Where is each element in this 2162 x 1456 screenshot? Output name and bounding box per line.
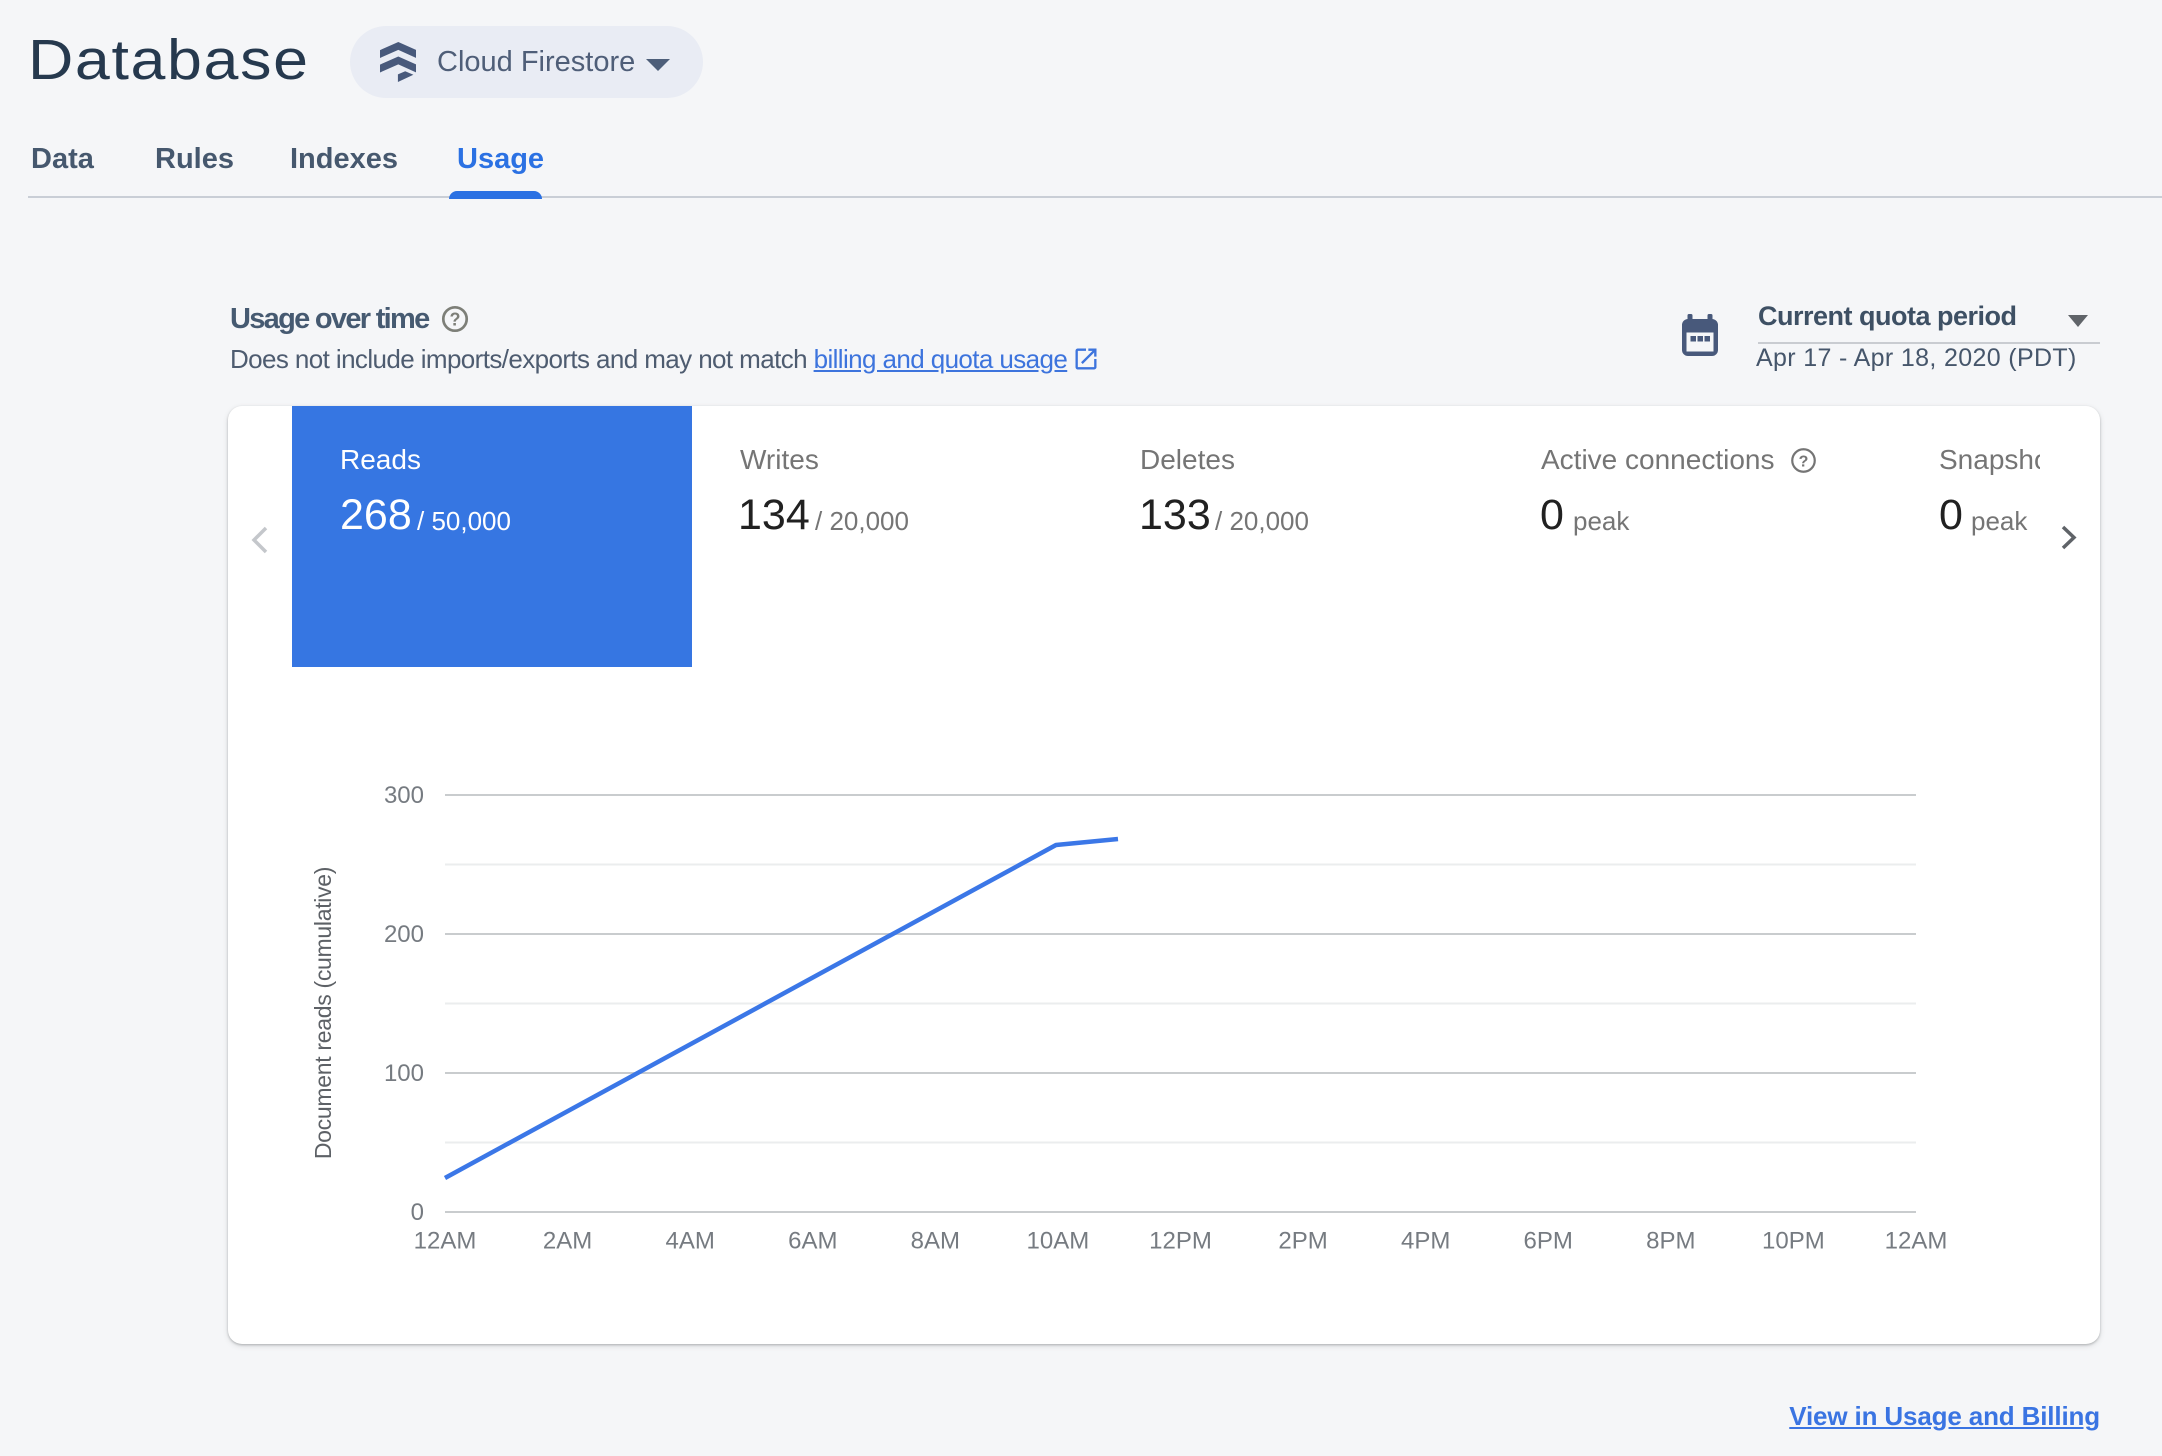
svg-text:2AM: 2AM — [543, 1228, 592, 1255]
svg-text:12AM: 12AM — [414, 1228, 477, 1255]
svg-text:2PM: 2PM — [1278, 1228, 1327, 1255]
svg-text:300: 300 — [384, 782, 424, 809]
svg-text:100: 100 — [384, 1060, 424, 1087]
svg-text:10AM: 10AM — [1027, 1228, 1090, 1255]
svg-text:?: ? — [1799, 454, 1809, 471]
svg-text:6AM: 6AM — [788, 1228, 837, 1255]
svg-text:Document reads (cumulative): Document reads (cumulative) — [310, 867, 336, 1159]
svg-text:12AM: 12AM — [1885, 1228, 1948, 1255]
svg-text:8PM: 8PM — [1646, 1228, 1695, 1255]
svg-text:0: 0 — [411, 1199, 424, 1226]
svg-text:200: 200 — [384, 921, 424, 948]
svg-text:12PM: 12PM — [1149, 1228, 1212, 1255]
svg-text:6PM: 6PM — [1524, 1228, 1573, 1255]
svg-text:8AM: 8AM — [911, 1228, 960, 1255]
svg-text:10PM: 10PM — [1762, 1228, 1825, 1255]
svg-text:4AM: 4AM — [666, 1228, 715, 1255]
svg-text:?: ? — [450, 310, 461, 330]
svg-text:4PM: 4PM — [1401, 1228, 1450, 1255]
